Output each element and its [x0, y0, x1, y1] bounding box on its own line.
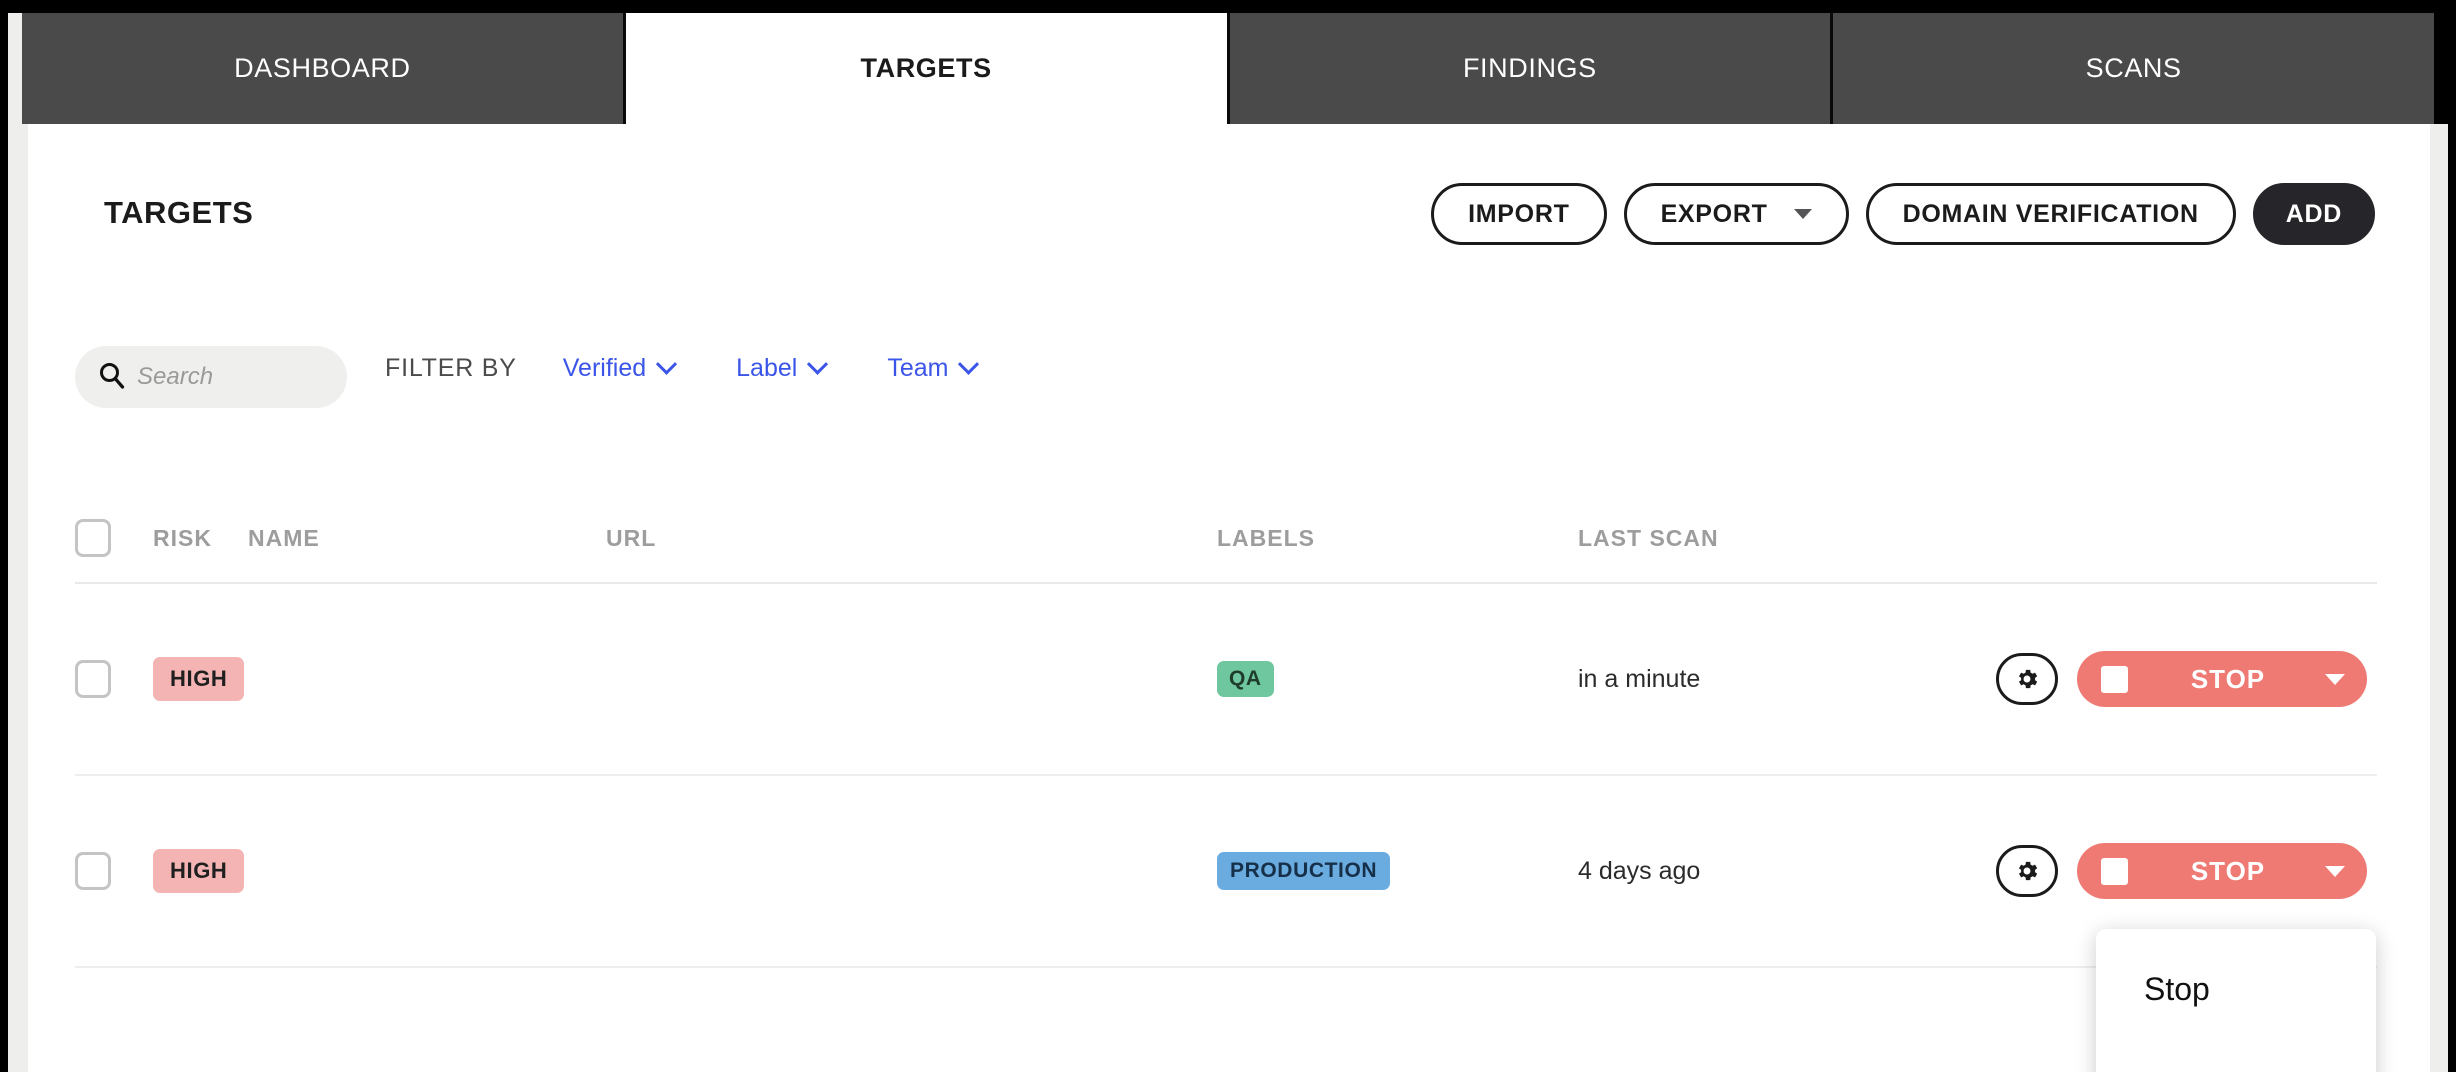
column-header-name: NAME	[248, 524, 320, 551]
row-checkbox[interactable]	[75, 660, 111, 698]
filter-team-label: Team	[887, 354, 949, 382]
domain-verification-button[interactable]: DOMAIN VERIFICATION	[1865, 183, 2236, 245]
row-name-cell	[248, 670, 606, 688]
filter-verified[interactable]: Verified	[562, 353, 678, 383]
gear-icon	[2018, 861, 2038, 881]
select-all-cell	[75, 519, 153, 557]
table-row[interactable]: HIGH QA in a minute STOP	[75, 584, 2377, 776]
tab-dashboard[interactable]: DASHBOARD	[22, 13, 626, 124]
header-actions: IMPORT EXPORT DOMAIN VERIFICATION ADD	[1431, 183, 2375, 245]
tab-scans-label: SCANS	[2085, 53, 2182, 83]
filter-label[interactable]: Label	[736, 353, 829, 383]
row-labels-cell: PRODUCTION	[1217, 852, 1578, 890]
chevron-down-icon	[656, 353, 678, 375]
row-url-cell	[606, 670, 1217, 688]
search-icon	[97, 360, 127, 395]
search-box[interactable]	[75, 346, 347, 408]
row-checkbox[interactable]	[75, 852, 111, 890]
last-scan-value: in a minute	[1578, 664, 1701, 693]
column-header-url: URL	[606, 524, 657, 551]
tab-targets[interactable]: TARGETS	[625, 13, 1230, 124]
chevron-down-icon	[958, 353, 980, 375]
targets-toolbar: FILTER BY Verified Label Team	[75, 346, 2375, 416]
settings-gear-button[interactable]	[1996, 845, 2058, 897]
filter-row: FILTER BY Verified Label Team	[385, 353, 980, 383]
stop-square-icon	[2101, 665, 2128, 693]
row-actions-cell: STOP	[1918, 651, 2377, 707]
page-title: TARGETS	[104, 195, 254, 230]
caret-down-icon[interactable]	[2325, 673, 2345, 685]
row-risk-cell: HIGH	[153, 657, 248, 701]
filter-label-label: Label	[736, 354, 798, 382]
tab-targets-label: TARGETS	[860, 53, 992, 83]
tab-scans[interactable]: SCANS	[1833, 13, 2434, 124]
right-scrollbar-track[interactable]	[2430, 124, 2448, 1072]
domain-verification-button-label: DOMAIN VERIFICATION	[1902, 199, 2199, 228]
dropdown-item-pause[interactable]: Pause	[2096, 1056, 2376, 1072]
tab-findings[interactable]: FINDINGS	[1229, 13, 1834, 124]
add-button-label: ADD	[2285, 199, 2342, 228]
chevron-down-icon	[807, 353, 829, 375]
table-header-row: RISK NAME URL LABELS LAST SCAN	[75, 494, 2377, 584]
targets-table: RISK NAME URL LABELS LAST SCAN HIGH QA i…	[75, 494, 2377, 968]
last-scan-value: 4 days ago	[1578, 856, 1701, 885]
tab-findings-label: FINDINGS	[1462, 53, 1597, 83]
import-button[interactable]: IMPORT	[1431, 183, 1607, 245]
page-header: TARGETS IMPORT EXPORT DOMAIN VERIFICATIO…	[75, 183, 2375, 245]
stop-button[interactable]: STOP	[2077, 843, 2367, 899]
row-name-cell	[248, 862, 606, 880]
row-actions-cell: STOP	[1918, 843, 2377, 899]
app-frame: DASHBOARD TARGETS FINDINGS SCANS TARGETS…	[0, 0, 2456, 1072]
caret-down-icon[interactable]	[2325, 865, 2345, 877]
label-badge: QA	[1217, 661, 1274, 697]
export-button[interactable]: EXPORT	[1623, 183, 1849, 245]
stop-dropdown-menu: Stop Pause	[2096, 929, 2376, 1072]
add-button[interactable]: ADD	[2252, 183, 2375, 245]
dropdown-item-stop[interactable]: Stop	[2096, 955, 2376, 1024]
export-button-label: EXPORT	[1660, 199, 1768, 228]
column-header-risk: RISK	[153, 524, 212, 551]
stop-button[interactable]: STOP	[2077, 651, 2367, 707]
import-button-label: IMPORT	[1468, 199, 1570, 228]
targets-page: TARGETS IMPORT EXPORT DOMAIN VERIFICATIO…	[28, 124, 2430, 1072]
gear-icon	[2018, 669, 2038, 689]
tab-dashboard-label: DASHBOARD	[234, 53, 411, 83]
stop-square-icon	[2101, 857, 2128, 885]
settings-gear-button[interactable]	[1996, 653, 2058, 705]
filter-team[interactable]: Team	[887, 353, 980, 383]
row-last-scan-cell: 4 days ago	[1578, 857, 1918, 886]
stop-button-label: STOP	[2190, 663, 2266, 694]
row-url-cell	[606, 862, 1217, 880]
label-badge: PRODUCTION	[1217, 852, 1391, 890]
row-select-cell	[75, 852, 153, 890]
filter-verified-label: Verified	[562, 354, 647, 382]
row-labels-cell: QA	[1217, 661, 1578, 697]
column-header-last-scan: LAST SCAN	[1578, 524, 1719, 551]
select-all-checkbox[interactable]	[75, 519, 111, 557]
stop-button-label: STOP	[2190, 855, 2266, 886]
main-tab-bar: DASHBOARD TARGETS FINDINGS SCANS	[22, 13, 2434, 124]
row-last-scan-cell: in a minute	[1578, 665, 1918, 694]
search-input[interactable]	[137, 363, 327, 391]
left-gutter	[8, 13, 28, 1072]
table-row[interactable]: HIGH PRODUCTION 4 days ago STOP	[75, 776, 2377, 968]
row-select-cell	[75, 660, 153, 698]
risk-badge: HIGH	[153, 849, 245, 893]
risk-badge: HIGH	[153, 657, 245, 701]
column-header-labels: LABELS	[1217, 524, 1315, 551]
row-risk-cell: HIGH	[153, 849, 248, 893]
filter-by-label: FILTER BY	[385, 354, 517, 382]
caret-down-icon	[1793, 209, 1812, 219]
